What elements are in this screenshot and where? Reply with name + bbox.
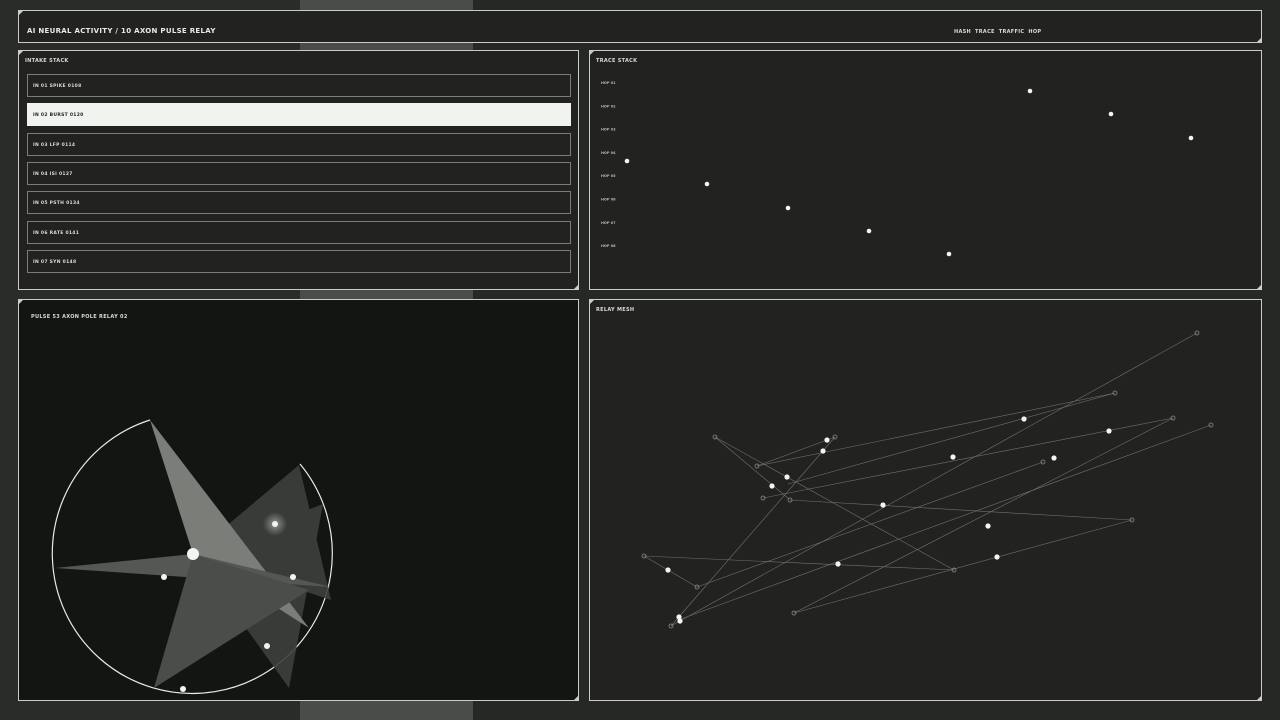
- intake-stack-panel: INTAKE STACK IN 01 SPIKE 0108 IN 02 BURST…: [18, 50, 579, 290]
- trace-point: [866, 228, 872, 234]
- radial-pulse-graphic: [51, 419, 333, 694]
- intake-row[interactable]: IN 05 PSTH 0134: [27, 191, 571, 215]
- header-bar: AI NEURAL ACTIVITY / 10 AXON PULSE RELAY…: [18, 10, 1262, 43]
- relay-mesh-panel: RELAY MESH: [589, 299, 1262, 701]
- pulse-panel: PULSE 53 AXON POLE RELAY 02: [18, 299, 579, 701]
- panel-title: INTAKE STACK: [25, 58, 69, 64]
- nav-link-traffic[interactable]: TRAFFIC: [999, 29, 1025, 35]
- intake-row-label: IN 01 SPIKE 0108: [33, 84, 82, 89]
- intake-row-label: IN 03 LFP 0114: [33, 142, 76, 148]
- hub-node: [187, 548, 199, 560]
- trace-row-label: HOP 01: [601, 81, 616, 85]
- intake-row[interactable]: IN 07 SYN 0148: [27, 249, 571, 273]
- trace-row-label: HOP 07: [601, 221, 616, 225]
- nav-link-trace[interactable]: TRACE: [975, 29, 995, 35]
- intake-row[interactable]: IN 03 LFP 0114: [27, 132, 571, 156]
- nav-link-hash[interactable]: HASH: [954, 29, 971, 35]
- intake-row-label: IN 04 ISI 0127: [33, 171, 73, 177]
- trace-row-label: HOP 03: [601, 128, 616, 132]
- intake-row-label: IN 02 BURST 0120: [33, 113, 84, 119]
- trace-point: [946, 251, 952, 257]
- mesh-links: [643, 332, 1212, 627]
- intake-row-label: IN 05 PSTH 0134: [33, 201, 80, 207]
- intake-row-label: IN 07 SYN 0148: [33, 259, 77, 265]
- trace-point: [624, 158, 630, 164]
- trace-row-label: HOP 05: [601, 174, 616, 178]
- mesh-hollow-nodes: [641, 330, 1214, 629]
- intake-row[interactable]: IN 04 ISI 0127: [27, 161, 571, 185]
- trace-point: [1027, 88, 1033, 94]
- relay-mesh-graph: [641, 330, 1214, 629]
- header-nav: HASH TRACE TRAFFIC HOP: [954, 29, 1041, 35]
- intake-row[interactable]: IN 06 RATE 0141: [27, 220, 571, 244]
- node: [180, 686, 186, 692]
- trace-point: [785, 205, 791, 211]
- node: [161, 574, 167, 580]
- nav-link-hop[interactable]: HOP: [1028, 29, 1041, 35]
- trace-plot: HOP 01 HOP 02 HOP 03 HOP 04 HOP 05 HOP 06 HOP …: [601, 81, 1194, 257]
- trace-row-label: HOP 02: [601, 104, 616, 108]
- intake-row[interactable]: IN 01 SPIKE 0108: [27, 74, 571, 97]
- page-title: AI NEURAL ACTIVITY / 10 AXON PULSE RELAY: [27, 27, 216, 35]
- trace-row-label: HOP 06: [601, 198, 616, 202]
- intake-row[interactable]: IN 02 BURST 0120: [27, 103, 571, 127]
- trace-point: [704, 181, 710, 187]
- mesh-active-nodes: [665, 416, 1112, 624]
- node: [264, 643, 270, 649]
- node: [272, 521, 278, 527]
- node: [290, 574, 296, 580]
- trace-stack-panel: TRACE STACK HOP 01 HOP 02 HOP 03 HOP 04 HOP …: [589, 50, 1262, 290]
- trace-point: [1188, 135, 1194, 141]
- trace-row-label: HOP 08: [601, 244, 616, 248]
- intake-row-label: IN 06 RATE 0141: [33, 230, 80, 236]
- trace-point: [1108, 111, 1114, 117]
- trace-row-label: HOP 04: [601, 151, 616, 155]
